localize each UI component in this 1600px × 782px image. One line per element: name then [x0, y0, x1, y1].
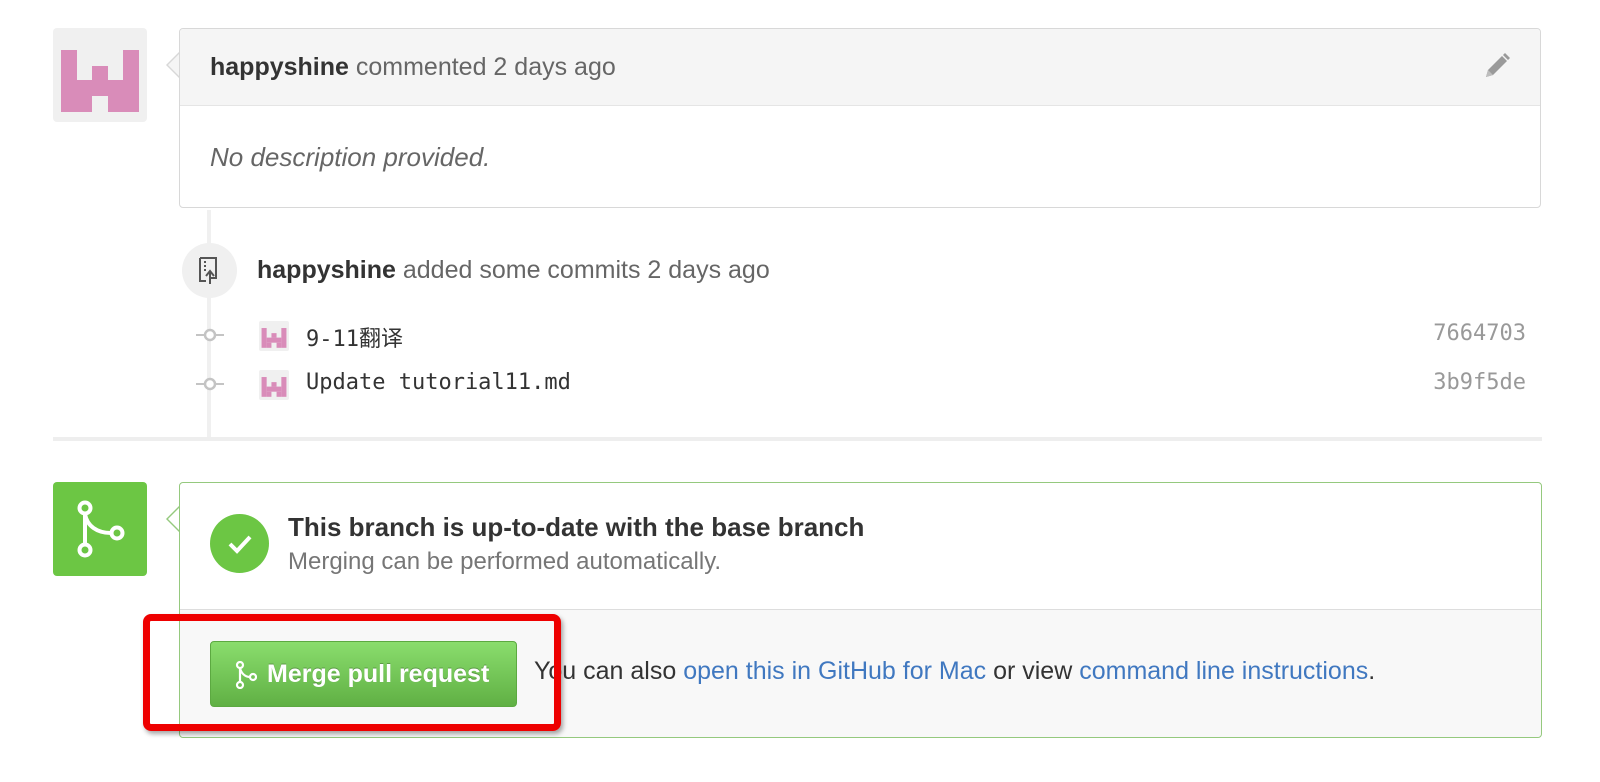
commit-message[interactable]: 9-11翻译: [306, 321, 403, 353]
commit-author-avatar[interactable]: [259, 321, 289, 351]
commit-sha[interactable]: 3b9f5de: [1326, 370, 1526, 395]
event-author[interactable]: happyshine: [257, 256, 396, 284]
help-middle: or view: [993, 657, 1073, 685]
help-suffix: .: [1368, 657, 1376, 685]
commit-author-avatar[interactable]: [259, 370, 289, 400]
identicon: [61, 50, 139, 112]
event-action: added some commits 2 days ago: [402, 256, 770, 284]
comment-author[interactable]: happyshine: [210, 53, 349, 81]
merge-status: This branch is up-to-date with the base …: [180, 483, 1541, 610]
comment-meta: happyshine commented 2 days ago: [210, 53, 616, 82]
commit-message[interactable]: Update tutorial11.md: [306, 370, 571, 395]
comment-action: commented 2 days ago: [355, 53, 616, 81]
merge-status-subtitle: Merging can be performed automatically.: [288, 548, 722, 575]
git-commit-icon: [196, 377, 224, 391]
merge-status-title: This branch is up-to-date with the base …: [288, 512, 865, 542]
highlight-box: [143, 614, 561, 731]
timeline-divider: [53, 437, 1542, 441]
check-icon: [210, 514, 269, 573]
comment-body: No description provided.: [210, 142, 491, 172]
user-avatar[interactable]: [53, 28, 147, 122]
command-line-instructions-link[interactable]: command line instructions: [1079, 657, 1368, 685]
open-in-github-mac-link[interactable]: open this in GitHub for Mac: [683, 657, 986, 685]
commit-sha[interactable]: 7664703: [1326, 321, 1526, 346]
commits-event-text: happyshine added some commits 2 days ago: [257, 256, 770, 285]
pencil-icon[interactable]: [1482, 51, 1512, 81]
merge-help-text: You can also open this in GitHub for Mac…: [534, 657, 1375, 686]
comment-header: happyshine commented 2 days ago: [180, 29, 1540, 106]
git-merge-icon: [53, 482, 147, 576]
repo-push-icon: [182, 243, 237, 298]
comment-box: happyshine commented 2 days ago No descr…: [179, 28, 1541, 208]
git-commit-icon: [196, 328, 224, 342]
